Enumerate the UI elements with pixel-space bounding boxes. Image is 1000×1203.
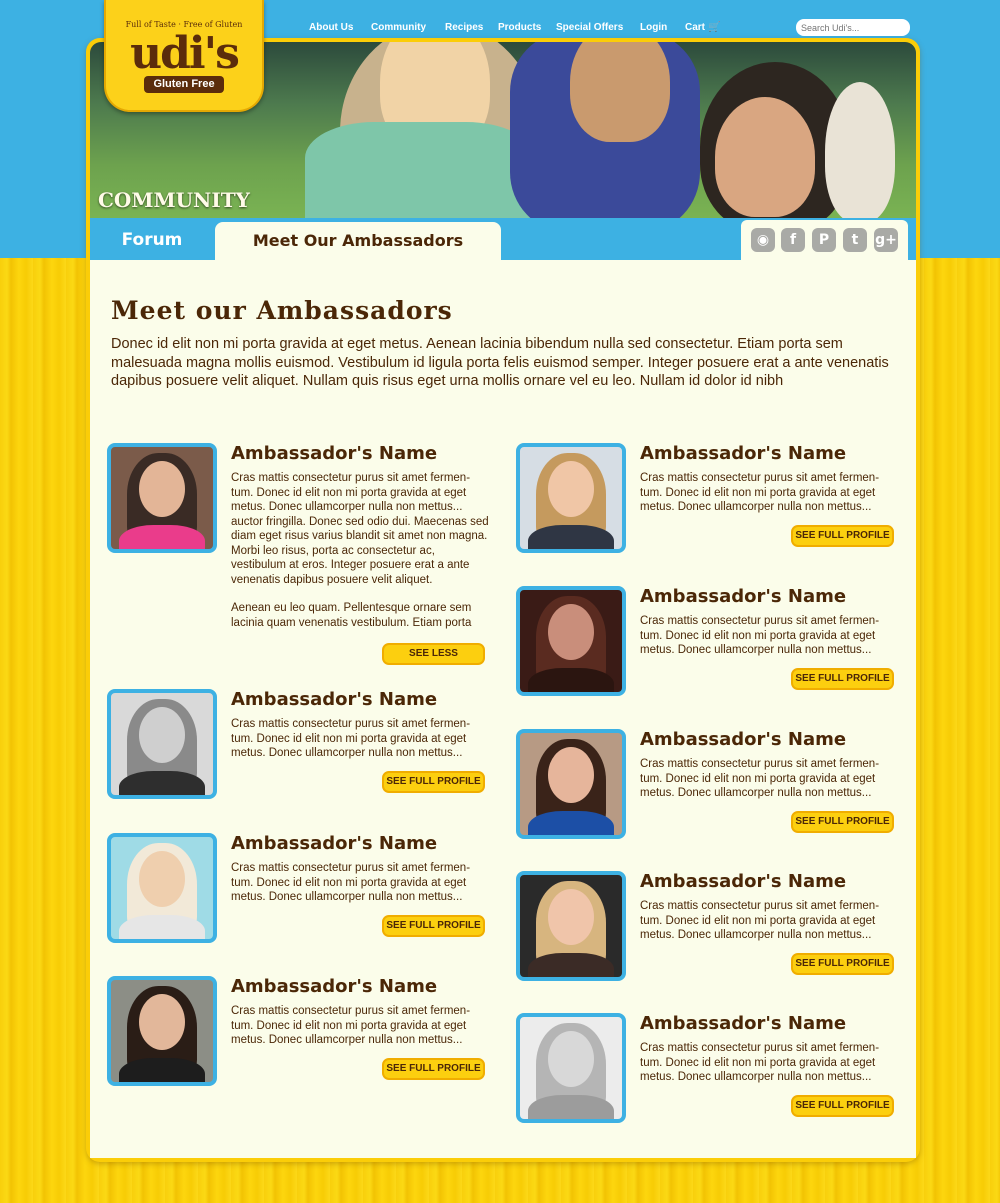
see-full-profile-button[interactable]: SEE FULL PROFILE [382, 771, 485, 793]
ambassador-photo[interactable] [107, 833, 217, 943]
ambassador-name: Ambassador's Name [640, 586, 847, 607]
hero-photo-person [825, 82, 895, 218]
ambassador-card: Ambassador's Name Cras mattis consectetu… [516, 871, 896, 983]
ambassador-name: Ambassador's Name [231, 976, 438, 997]
nav-login[interactable]: Login [640, 22, 667, 33]
see-full-profile-button[interactable]: SEE FULL PROFILE [791, 525, 894, 547]
instagram-icon[interactable]: ◉ [751, 228, 775, 252]
ambassador-card: Ambassador's Name Cras mattis consectetu… [516, 1013, 896, 1125]
logo-subtitle: Gluten Free [144, 76, 224, 93]
cart-icon[interactable]: 🛒 [708, 22, 720, 33]
hero-photo-person [715, 97, 815, 217]
pinterest-icon[interactable]: P [812, 228, 836, 252]
nav-special-offers[interactable]: Special Offers [556, 22, 623, 33]
ambassador-bio: Cras mattis consectetur purus sit amet f… [640, 1042, 880, 1083]
tab-meet-ambassadors[interactable]: Meet Our Ambassadors [215, 222, 501, 260]
ambassador-bio: Cras mattis consectetur purus sit amet f… [231, 862, 471, 903]
ambassador-name: Ambassador's Name [640, 729, 847, 750]
hero-title: COMMUNITY [98, 188, 250, 212]
search-input[interactable] [796, 19, 910, 36]
see-full-profile-button[interactable]: SEE FULL PROFILE [382, 915, 485, 937]
hero-photo-person [305, 122, 535, 218]
ambassador-name: Ambassador's Name [640, 1013, 847, 1034]
logo-wordmark: udi's [130, 28, 240, 79]
ambassador-bio: Cras mattis consectetur purus sit amet f… [231, 471, 491, 630]
nav-cart[interactable]: Cart [685, 22, 705, 33]
ambassador-name: Ambassador's Name [231, 833, 438, 854]
nav-recipes[interactable]: Recipes [445, 22, 483, 33]
google-plus-icon[interactable]: g+ [874, 228, 898, 252]
see-full-profile-button[interactable]: SEE FULL PROFILE [791, 811, 894, 833]
intro-paragraph: Donec id elit non mi porta gravida at eg… [111, 336, 889, 389]
ambassador-bio-paragraph: Aenean eu leo quam. Pellentesque ornare … [231, 602, 472, 629]
ambassador-photo[interactable] [516, 443, 626, 553]
ambassador-photo[interactable] [516, 1013, 626, 1123]
ambassador-name: Ambassador's Name [640, 871, 847, 892]
ambassador-photo[interactable] [516, 586, 626, 696]
hero-photo-person [570, 42, 670, 142]
ambassador-card: Ambassador's Name Cras mattis consectetu… [516, 586, 896, 698]
ambassador-photo[interactable] [107, 443, 217, 553]
social-links: ◉ f P t g+ [741, 220, 908, 260]
ambassador-card: Ambassador's Name Cras mattis consectetu… [107, 833, 487, 945]
udis-logo[interactable]: Full of Taste · Free of Gluten udi's Glu… [104, 0, 264, 112]
ambassador-name: Ambassador's Name [231, 443, 438, 464]
facebook-icon[interactable]: f [781, 228, 805, 252]
see-full-profile-button[interactable]: SEE FULL PROFILE [791, 953, 894, 975]
ambassador-card: Ambassador's Name Cras mattis consectetu… [516, 443, 896, 555]
ambassador-card: Ambassador's Name Cras mattis consectetu… [107, 443, 489, 668]
ambassador-photo[interactable] [516, 871, 626, 981]
ambassador-name: Ambassador's Name [640, 443, 847, 464]
ambassador-bio: Cras mattis consectetur purus sit amet f… [231, 1005, 471, 1046]
nav-community[interactable]: Community [371, 22, 426, 33]
see-full-profile-button[interactable]: SEE FULL PROFILE [791, 1095, 894, 1117]
ambassador-bio: Cras mattis consectetur purus sit amet f… [640, 900, 880, 941]
tab-bar: Forum Meet Our Ambassadors ◉ f P t g+ [90, 218, 916, 260]
nav-products[interactable]: Products [498, 22, 541, 33]
ambassador-bio-paragraph: Cras mattis consectetur purus sit amet f… [231, 472, 489, 586]
see-less-button[interactable]: SEE LESS [382, 643, 485, 665]
ambassador-photo[interactable] [107, 689, 217, 799]
twitter-icon[interactable]: t [843, 228, 867, 252]
tab-forum[interactable]: Forum [90, 218, 214, 260]
see-full-profile-button[interactable]: SEE FULL PROFILE [382, 1058, 485, 1080]
see-full-profile-button[interactable]: SEE FULL PROFILE [791, 668, 894, 690]
nav-about-us[interactable]: About Us [309, 22, 353, 33]
ambassador-photo[interactable] [516, 729, 626, 839]
ambassador-photo[interactable] [107, 976, 217, 1086]
ambassador-card: Ambassador's Name Cras mattis consectetu… [516, 729, 896, 841]
ambassador-card: Ambassador's Name Cras mattis consectetu… [107, 689, 487, 801]
ambassador-bio: Cras mattis consectetur purus sit amet f… [231, 718, 471, 759]
page-title: Meet our Ambassadors [111, 296, 453, 325]
ambassador-bio: Cras mattis consectetur purus sit amet f… [640, 615, 880, 656]
ambassador-name: Ambassador's Name [231, 689, 438, 710]
ambassador-card: Ambassador's Name Cras mattis consectetu… [107, 976, 487, 1088]
ambassador-bio: Cras mattis consectetur purus sit amet f… [640, 472, 880, 513]
ambassador-bio: Cras mattis consectetur purus sit amet f… [640, 758, 880, 799]
